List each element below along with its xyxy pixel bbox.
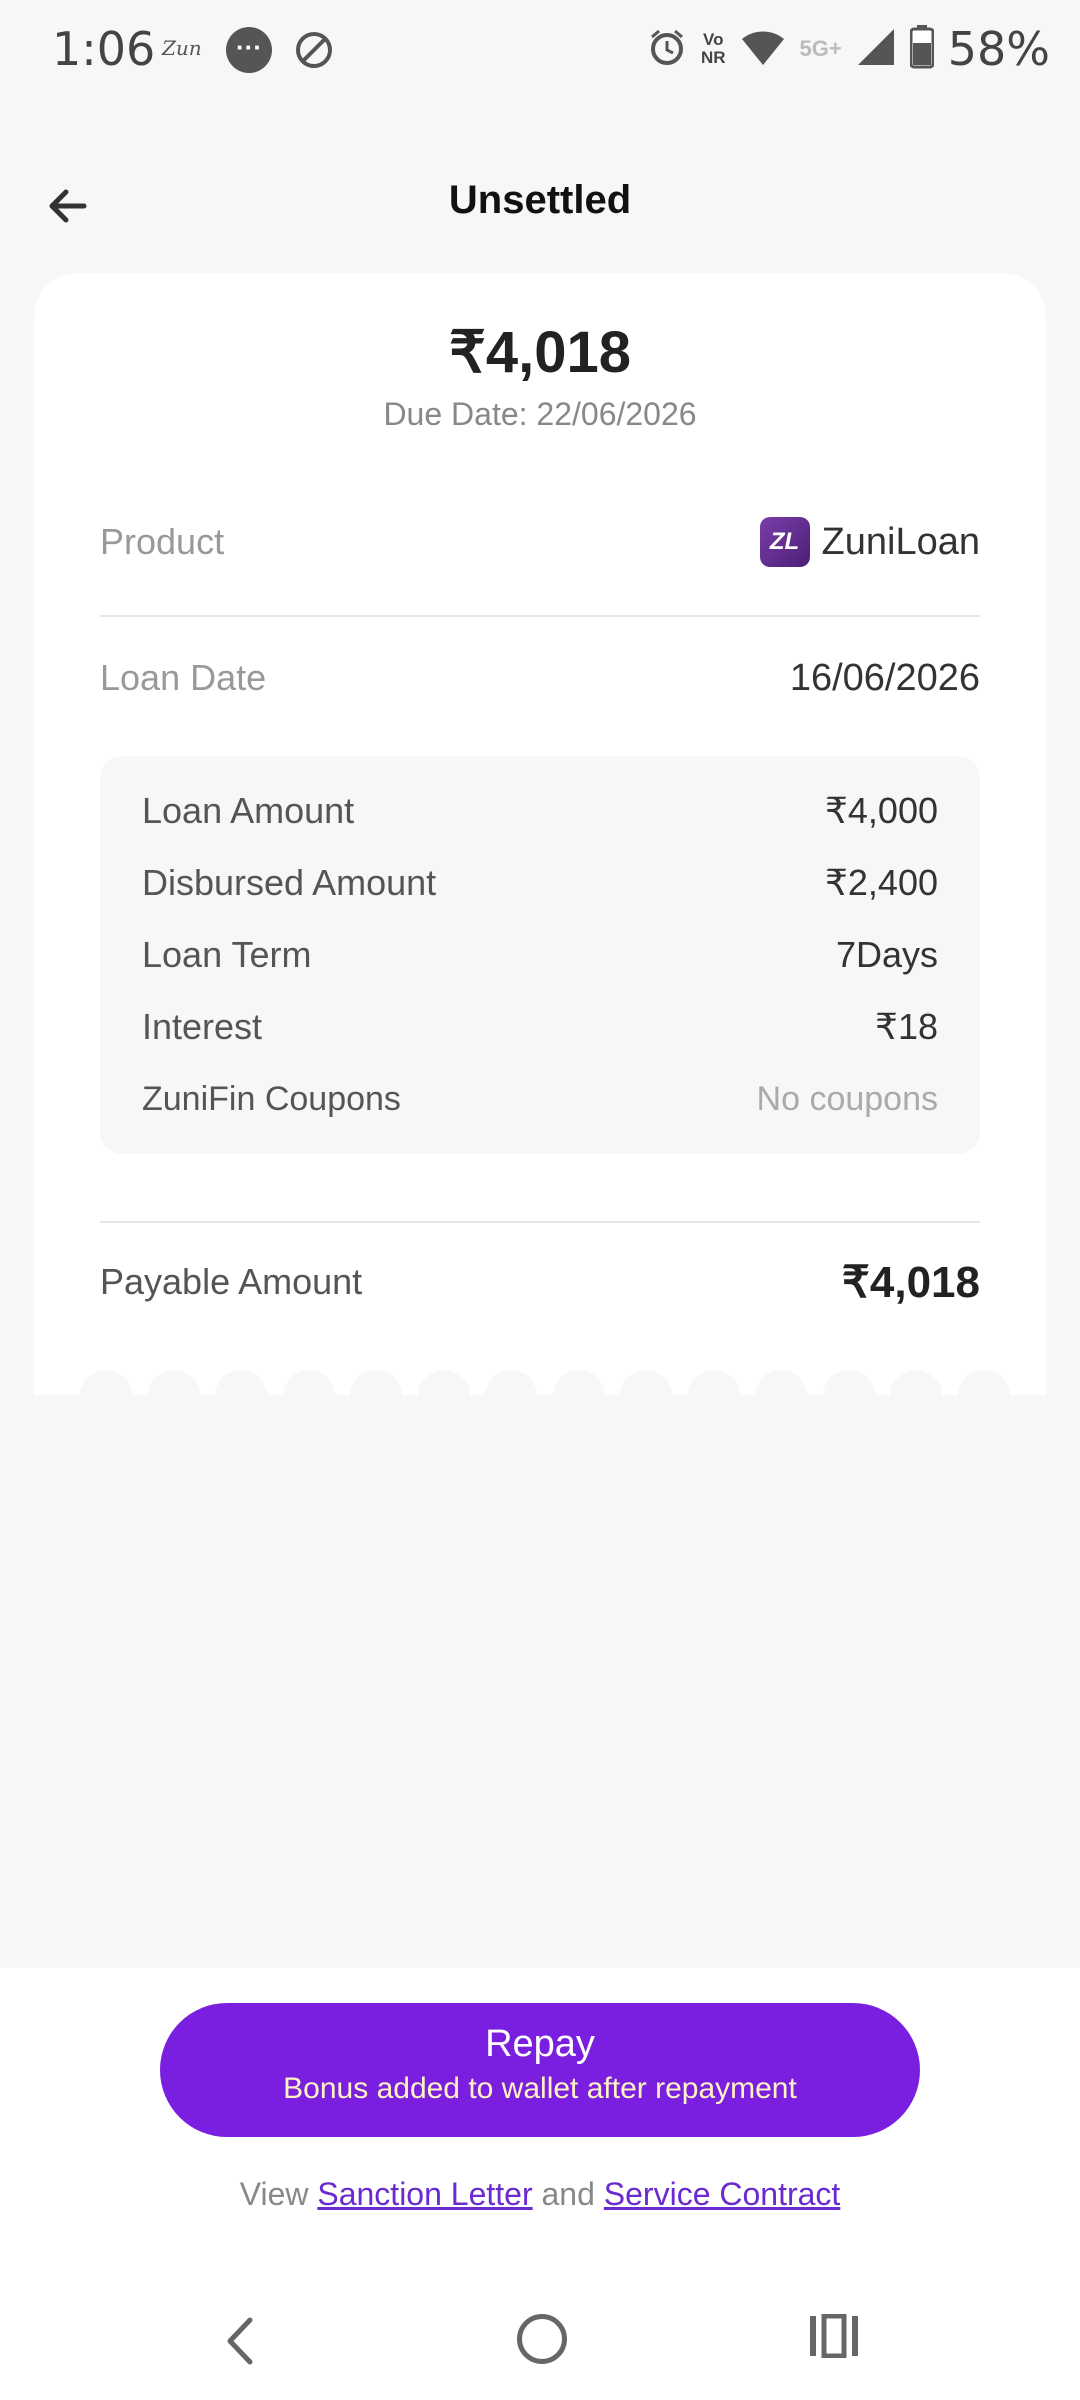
links-and: and — [541, 2176, 595, 2212]
battery-icon — [909, 24, 935, 74]
links-prefix: View — [239, 2176, 309, 2212]
payable-value: ₹4,018 — [841, 1257, 980, 1307]
alarm-icon — [647, 27, 687, 72]
scallop-notch — [282, 1370, 335, 1396]
scallop-notch — [822, 1370, 875, 1396]
loan-details-box: Loan Amount ₹4,000 Disbursed Amount ₹2,4… — [100, 756, 980, 1154]
card-scallop-edge — [34, 1370, 1046, 1396]
detail-label: ZuniFin Coupons — [142, 1079, 401, 1118]
document-links: View Sanction Letter and Service Contrac… — [0, 2176, 1080, 2213]
detail-value: ₹2,400 — [825, 862, 938, 903]
wifi-icon — [740, 27, 786, 72]
service-contract-link[interactable]: Service Contract — [604, 2176, 841, 2212]
header: Unsettled — [0, 160, 1080, 250]
repay-button-title: Repay — [485, 2023, 595, 2065]
nav-home-icon[interactable] — [517, 2314, 567, 2364]
system-nav-bar — [0, 2290, 1080, 2400]
total-amount: ₹4,018 — [448, 320, 632, 385]
do-not-disturb-icon — [294, 30, 334, 75]
product-row: Product ZL ZuniLoan — [100, 512, 980, 572]
scallop-notch — [215, 1370, 267, 1396]
scallop-notch — [80, 1370, 132, 1396]
scallop-notch — [957, 1370, 1010, 1396]
detail-value: ₹4,000 — [825, 790, 938, 831]
status-bar: 1:06 Zun ··· Vo NR 5G+ 58% — [0, 0, 1080, 100]
detail-label: Loan Term — [142, 934, 312, 975]
product-label: Product — [100, 521, 225, 562]
vonr-top: Vo — [703, 30, 724, 49]
detail-label: Interest — [142, 1006, 263, 1047]
message-icon: ··· — [226, 27, 272, 73]
detail-value: No coupons — [756, 1079, 938, 1118]
payable-label: Payable Amount — [100, 1261, 363, 1302]
repay-button[interactable]: Repay Bonus added to wallet after repaym… — [160, 2003, 920, 2137]
scallop-notch — [552, 1370, 605, 1396]
detail-row: ZuniFin Coupons No coupons — [142, 1071, 938, 1127]
scallop-notch — [147, 1370, 200, 1396]
loan-date-label: Loan Date — [100, 657, 267, 698]
sanction-letter-link[interactable]: Sanction Letter — [317, 2176, 532, 2212]
divider — [100, 615, 980, 617]
vonr-indicator: Vo NR — [701, 31, 726, 67]
detail-value: ₹18 — [875, 1006, 938, 1047]
signal-icon — [856, 27, 896, 72]
page-title: Unsettled — [448, 178, 632, 222]
zuniloan-logo: ZL — [759, 517, 810, 567]
vonr-bottom: NR — [700, 48, 726, 67]
detail-row: Disbursed Amount ₹2,400 — [142, 855, 938, 911]
scallop-notch — [417, 1370, 470, 1396]
detail-label: Disbursed Amount — [142, 862, 437, 903]
detail-row: Interest ₹18 — [142, 999, 938, 1055]
scallop-notch — [755, 1370, 807, 1396]
loan-date-value: 16/06/2026 — [789, 656, 980, 699]
detail-value: 7Days — [835, 934, 938, 975]
nav-back-icon[interactable] — [222, 2316, 258, 2371]
scallop-notch — [620, 1370, 672, 1396]
detail-row: Loan Amount ₹4,000 — [142, 783, 938, 839]
scallop-notch — [687, 1370, 740, 1396]
carrier-label: Zun — [162, 36, 202, 60]
detail-label: Loan Amount — [142, 790, 355, 831]
detail-row: Loan Term 7Days — [142, 927, 938, 983]
repay-button-subtitle: Bonus added to wallet after repayment — [283, 2072, 797, 2105]
scallop-notch — [890, 1370, 942, 1396]
loan-date-row: Loan Date 16/06/2026 — [100, 648, 980, 708]
due-date: Due Date: 22/06/2026 — [383, 396, 697, 432]
product-name: ZuniLoan — [821, 520, 980, 563]
nav-recents-icon[interactable] — [808, 2313, 860, 2363]
product-value: ZL ZuniLoan — [759, 517, 980, 567]
scallop-notch — [485, 1370, 537, 1396]
network-type-label: 5G+ — [799, 36, 842, 61]
battery-percent: 58% — [947, 22, 1050, 76]
scallop-notch — [350, 1370, 402, 1396]
payable-row: Payable Amount ₹4,018 — [100, 1250, 980, 1314]
divider — [100, 1221, 980, 1223]
status-time: 1:06 — [52, 22, 156, 76]
